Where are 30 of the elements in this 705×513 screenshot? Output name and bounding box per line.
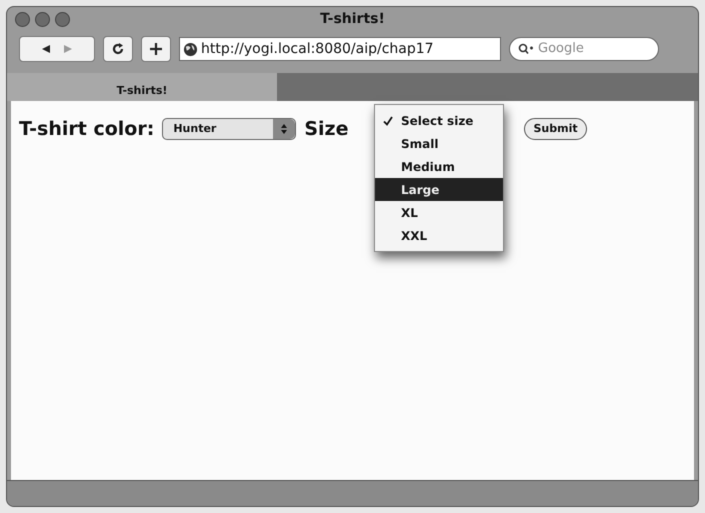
- address-field[interactable]: http://yogi.local:8080/aip/chap17: [179, 37, 501, 61]
- menu-item[interactable]: Medium: [375, 155, 503, 178]
- globe-icon: [183, 42, 198, 56]
- window-control-icon[interactable]: [35, 12, 50, 26]
- search-field[interactable]: Google: [509, 37, 659, 61]
- submit-button[interactable]: Submit: [524, 118, 587, 140]
- window-control-icon[interactable]: [15, 12, 30, 26]
- menu-item[interactable]: Large: [375, 178, 503, 201]
- color-label: T-shirt color:: [19, 117, 154, 142]
- window-control-icon[interactable]: [55, 12, 70, 26]
- tab[interactable]: T-shirts!: [7, 73, 277, 101]
- size-label: Size: [304, 117, 348, 142]
- select-arrows-icon: [273, 119, 296, 140]
- menu-item[interactable]: XXL: [375, 224, 503, 247]
- add-button[interactable]: [141, 36, 171, 62]
- back-icon: [41, 44, 51, 54]
- menu-item[interactable]: Select size: [375, 109, 503, 132]
- select-value: Hunter: [173, 121, 216, 137]
- color-select[interactable]: Hunter: [162, 118, 296, 140]
- address-text: http://yogi.local:8080/aip/chap17: [201, 40, 434, 58]
- reload-icon: [112, 43, 124, 55]
- search-icon: [518, 43, 534, 55]
- window-title: T-shirts!: [320, 10, 385, 28]
- menu-item[interactable]: XL: [375, 201, 503, 224]
- forward-icon: [63, 44, 73, 54]
- search-placeholder: Google: [538, 40, 584, 58]
- back-forward-button[interactable]: [19, 36, 95, 62]
- menu-item[interactable]: Small: [375, 132, 503, 155]
- plus-icon: [150, 43, 162, 55]
- reload-button[interactable]: [103, 36, 133, 62]
